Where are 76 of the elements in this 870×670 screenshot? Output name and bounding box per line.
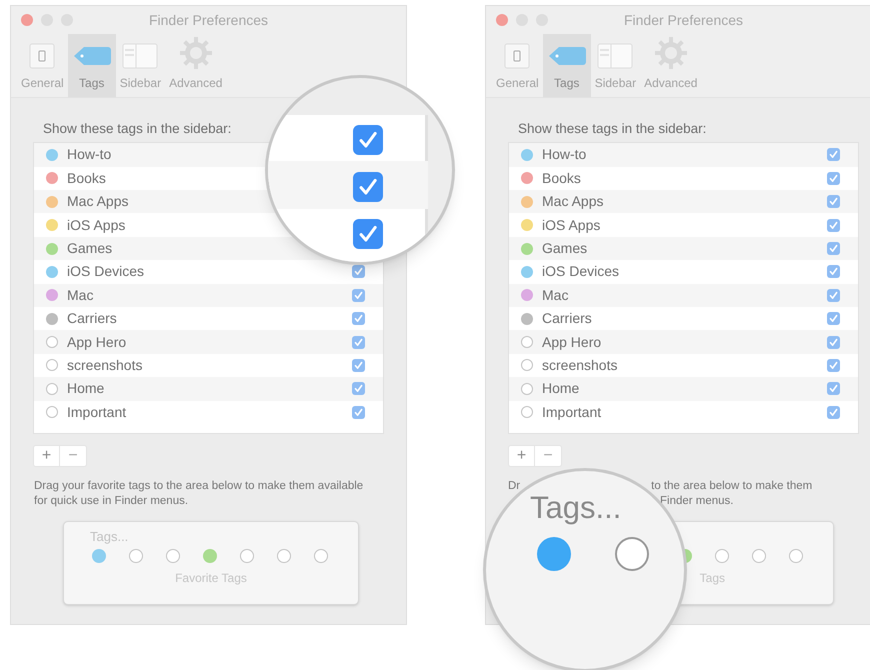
remove-button[interactable]: − (535, 446, 561, 466)
window-title: Finder Preferences (624, 10, 744, 30)
checkbox[interactable] (827, 382, 840, 396)
checkbox[interactable] (827, 312, 840, 326)
toolbar-tab[interactable]: Tags (542, 33, 591, 97)
description-text: Drag your favorite tags to the area below to make them available for quick use in Finder menus. (33, 479, 364, 510)
checkbox[interactable] (352, 358, 365, 372)
switch-icon (28, 42, 56, 70)
tag-name[interactable]: iOS Apps (67, 214, 126, 236)
switch-icon (503, 42, 532, 70)
checkmark-icon (827, 242, 840, 255)
checkbox[interactable] (827, 195, 840, 208)
checkbox[interactable] (827, 218, 840, 232)
tag-name[interactable]: iOS Devices (542, 261, 620, 282)
favorite-slot (240, 549, 254, 564)
checkbox[interactable] (352, 312, 365, 326)
checkbox[interactable] (827, 358, 840, 372)
sidebar-icon (122, 42, 158, 70)
checkbox[interactable] (353, 125, 383, 155)
add-button[interactable]: + (509, 446, 535, 466)
tag-name[interactable]: Games (67, 238, 112, 259)
checkbox[interactable] (352, 336, 365, 349)
checkbox[interactable] (352, 265, 365, 278)
tag-name[interactable]: App Hero (542, 332, 602, 353)
description-fragment: to the area below to make them (651, 479, 812, 494)
tag-name[interactable]: Mac Apps (67, 191, 128, 212)
tag-name[interactable]: Important (67, 402, 126, 423)
close-button[interactable] (496, 14, 508, 26)
tag-name[interactable]: Games (542, 238, 588, 259)
checkbox[interactable] (353, 172, 383, 202)
favorite-slot (715, 549, 729, 564)
tag-name[interactable]: How-to (67, 144, 112, 166)
favorite-slot (752, 549, 766, 564)
tag-name[interactable]: screenshots (542, 354, 618, 376)
tag-name[interactable]: Mac (67, 284, 94, 306)
checkbox[interactable] (352, 382, 365, 396)
checkbox[interactable] (827, 242, 840, 255)
tag-name[interactable]: App Hero (67, 332, 126, 353)
tag-name[interactable]: Home (67, 378, 104, 400)
window-title: Finder Preferences (148, 10, 268, 30)
favorite-slot (166, 549, 180, 564)
checkbox[interactable] (352, 406, 365, 419)
list-heading: Show these tags in the sidebar: (518, 120, 708, 138)
tag-name[interactable]: Carriers (542, 308, 592, 330)
favorite-slot (615, 537, 649, 571)
checkbox[interactable] (352, 288, 365, 302)
checkbox[interactable] (827, 406, 840, 419)
tag-name[interactable]: screenshots (67, 354, 142, 376)
tag-name[interactable]: How-to (542, 144, 586, 166)
favorite-slot (129, 549, 143, 564)
favorite-slot (314, 549, 328, 564)
checkbox[interactable] (827, 148, 840, 162)
tag-name[interactable]: Carriers (67, 308, 117, 330)
description-fragment: Finder menus. (660, 494, 734, 510)
checkbox[interactable] (827, 265, 840, 278)
checkbox[interactable] (827, 288, 840, 302)
tag-name[interactable]: Mac Apps (542, 191, 604, 212)
tag-name[interactable]: Important (542, 402, 602, 423)
tag-name[interactable]: Mac (542, 284, 568, 306)
favorite-slot (789, 549, 803, 564)
add-button[interactable]: + (34, 446, 60, 466)
description-fragment: Dr (508, 479, 520, 494)
checkbox[interactable] (353, 219, 383, 249)
tag-name[interactable]: Home (542, 378, 580, 400)
tag-name[interactable]: Books (542, 168, 581, 189)
close-button[interactable] (21, 14, 33, 26)
checkbox[interactable] (827, 336, 840, 349)
remove-button[interactable]: − (60, 446, 86, 466)
sidebar-icon (597, 42, 634, 70)
checkbox[interactable] (827, 172, 840, 185)
tag-name[interactable]: iOS Devices (67, 261, 144, 282)
tag-name[interactable]: Books (67, 168, 106, 189)
toolbar-tab[interactable]: Tags (68, 33, 116, 97)
favorite-slot (277, 549, 291, 564)
list-heading: Show these tags in the sidebar: (43, 120, 232, 138)
tag-name[interactable]: iOS Apps (542, 214, 600, 236)
